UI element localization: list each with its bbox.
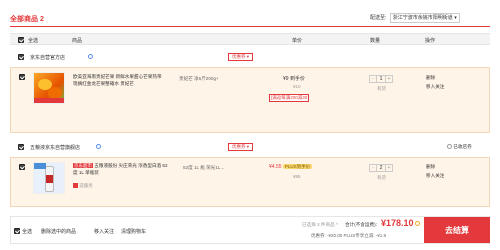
store1-item-row: 欧美亚海南贵妃芒果 新鲜水果甜心芒果热带现摘红金龙芒果整箱水 贵妃芒 贵妃芒 净… — [10, 67, 490, 133]
store2-header: 五粮液京东自营旗舰店 优惠券 ▾ 已收店券 — [10, 141, 490, 153]
item2-original-price: ¥95 — [293, 174, 301, 179]
item2-quantity-stepper[interactable]: - 2 + — [369, 164, 393, 172]
footer-select-all[interactable]: 全选 — [22, 228, 32, 235]
item2-price-block: ¥4.55 PLUS到手价 — [269, 164, 313, 170]
store2-checkbox[interactable] — [18, 144, 24, 150]
jd-supermarket-badge: 京东超市 — [73, 163, 93, 168]
delete-selected-link[interactable]: 删除选中的商品 — [41, 228, 76, 235]
all-goods-label: 全部商品 — [10, 16, 38, 23]
total-label: 合计(不含运费): — [345, 222, 377, 227]
item1-spec: 贵妃芒 净5斤200g+ — [179, 76, 219, 81]
col-goods: 商品 — [72, 38, 83, 44]
header-underline — [10, 26, 490, 27]
checkout-label: 去结算 — [445, 225, 469, 235]
chevron-down-icon: ▾ — [246, 144, 250, 149]
item1-title[interactable]: 欧美亚海南贵妃芒果 新鲜水果甜心芒果热带现摘红金龙芒果整箱水 贵妃芒 — [73, 74, 165, 87]
item2-stock: 有货 — [377, 175, 386, 180]
increment-button[interactable]: + — [386, 165, 392, 171]
chevron-down-icon: ▾ — [454, 15, 457, 21]
col-quantity: 数量 — [370, 38, 381, 44]
item2-service[interactable]: 选服务 — [73, 183, 93, 189]
store2-name[interactable]: 五粮液京东自营旗舰店 — [30, 144, 80, 151]
store2-item-row: 京东超市 五粮液股份 尖庄荣光 浓香型白酒 52度 1L 单瓶装 选服务 52度… — [10, 157, 490, 207]
all-goods-count: 2 — [39, 16, 44, 23]
service-label: 选服务 — [79, 183, 93, 188]
move-to-follow-link[interactable]: 移入关注 — [94, 228, 114, 235]
store2-collected[interactable]: 已收店券 — [447, 144, 472, 150]
store1-name[interactable]: 京东自营官方店 — [30, 54, 65, 61]
col-unit-price: 单价 — [292, 38, 303, 44]
clock-icon — [447, 144, 452, 150]
column-header-bar: 全选 商品 单价 数量 操作 — [10, 33, 490, 45]
item2-checkbox[interactable] — [19, 164, 25, 170]
coupon-label: 优惠券 — [232, 54, 246, 59]
item1-image[interactable] — [33, 72, 65, 104]
store1-checkbox[interactable] — [18, 54, 24, 60]
info-icon[interactable] — [415, 221, 420, 226]
all-goods-title[interactable]: 全部商品 2 — [10, 14, 44, 24]
item2-follow-link[interactable]: 移入关注 — [426, 173, 444, 179]
increment-button[interactable]: + — [386, 76, 392, 82]
store-info-icon[interactable] — [96, 144, 101, 149]
ship-to-select[interactable]: 浙江宁波市余姚市阳明街道 ▾ — [389, 13, 460, 23]
store2-coupon-button[interactable]: 优惠券 ▾ — [228, 143, 254, 151]
item1-stock: 有货 — [377, 86, 386, 91]
item2-delete-link[interactable]: 删除 — [426, 164, 435, 170]
chevron-down-icon: ▾ — [246, 54, 250, 59]
item1-qty-value[interactable]: 1 — [376, 76, 386, 82]
item2-qty-value[interactable]: 2 — [376, 165, 386, 171]
store1-coupon-button[interactable]: 优惠券 ▾ — [228, 53, 254, 61]
item1-follow-link[interactable]: 移入关注 — [426, 84, 444, 90]
footer-select-all-checkbox[interactable] — [14, 228, 20, 234]
ship-to: 配送至: 浙江宁波市余姚市阳明街道 ▾ — [370, 13, 460, 23]
item1-quantity-stepper[interactable]: - 1 + — [369, 75, 393, 83]
item2-spec: 52度 1L 瓶 荣光1L... — [183, 165, 225, 170]
item1-delete-link[interactable]: 删除 — [426, 75, 435, 81]
discount-detail: 优惠券: -¥20.00 PLUS专享立减: -¥1.9 — [311, 233, 387, 238]
cart-footer: 全选 删除选中的商品 移入关注 清理购物车 已选择 3 件商品 ^ 合计(不含运… — [10, 216, 490, 244]
ship-to-value: 浙江宁波市余姚市阳明街道 — [392, 15, 453, 21]
item2-image[interactable] — [33, 162, 65, 194]
plus-price-badge: PLUS到手价 — [282, 164, 313, 169]
selected-count[interactable]: 已选择 3 件商品 ^ — [302, 222, 338, 228]
item1-price: ¥9 到手价 — [283, 76, 305, 82]
ship-to-label: 配送至: — [370, 15, 387, 21]
item2-title-block[interactable]: 京东超市 五粮液股份 尖庄荣光 浓香型白酒 52度 1L 单瓶装 — [73, 163, 169, 176]
item1-checkbox[interactable] — [19, 74, 25, 80]
coupon-label: 优惠券 — [232, 144, 246, 149]
clear-cart-link[interactable]: 清理购物车 — [121, 228, 146, 235]
collected-label: 已收店券 — [453, 144, 472, 149]
checkout-button[interactable]: 去结算 — [424, 217, 490, 243]
store-info-icon[interactable] — [88, 54, 93, 59]
store1-header: 京东自营官方店 优惠券 ▾ — [10, 51, 490, 63]
total-value: ¥178.10 — [381, 218, 414, 228]
service-icon — [73, 183, 78, 189]
col-select-all: 全选 — [28, 38, 39, 44]
select-all-checkbox[interactable] — [18, 37, 24, 43]
item1-original-price: ¥10 — [293, 84, 301, 89]
item1-promo-tag[interactable]: [满返每满200减30 — [269, 94, 310, 102]
col-action: 操作 — [425, 38, 436, 44]
item2-price: ¥4.55 — [269, 164, 282, 170]
